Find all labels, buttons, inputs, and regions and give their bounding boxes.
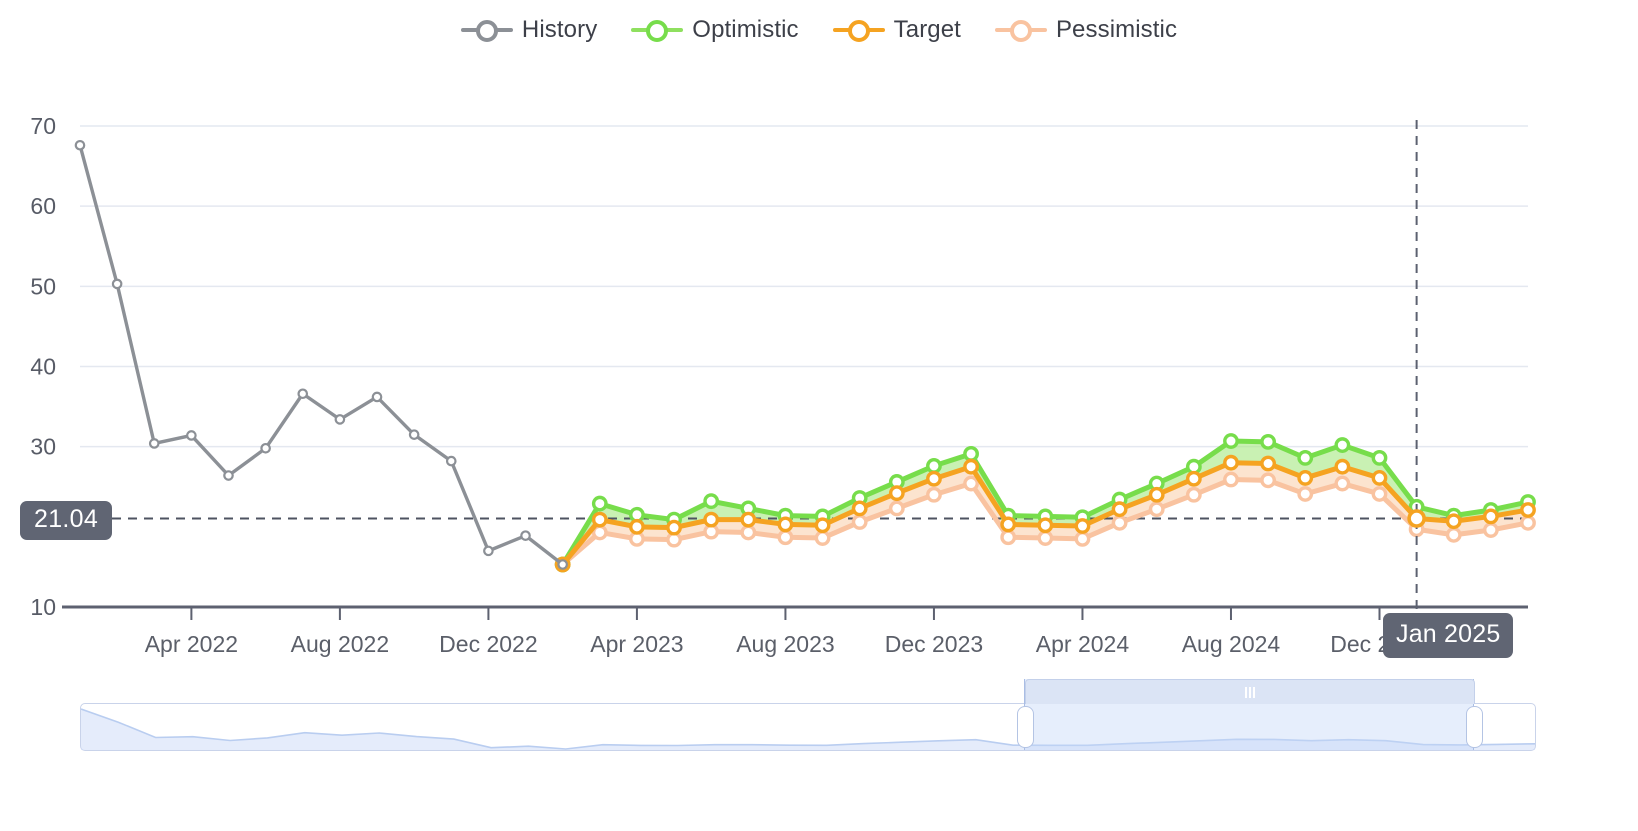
svg-text:Dec 2023: Dec 2023	[885, 631, 983, 657]
x-axis-labels: Apr 2022 Aug 2022 Dec 2022 Apr 2023 Aug 2023…	[145, 607, 1429, 657]
value-badge: 21.04	[20, 501, 113, 540]
svg-text:70: 70	[30, 113, 56, 139]
y-axis-labels: 10 30 40 50 60 70	[30, 113, 56, 620]
date-badge: Jan 2025	[1383, 613, 1514, 658]
grip-icon	[1245, 686, 1255, 698]
svg-text:60: 60	[30, 193, 56, 219]
range-slider-selection[interactable]	[1017, 679, 1483, 750]
range-slider-handle-right[interactable]	[1466, 706, 1483, 748]
range-slider[interactable]	[80, 679, 1536, 751]
plot-canvas: 103040506070 Apr 2022 Aug 2022 Dec 2022 Apr…	[30, 113, 1536, 657]
svg-text:Aug 2023: Aug 2023	[736, 631, 834, 657]
svg-text:10: 10	[30, 594, 56, 620]
svg-text:50: 50	[30, 273, 56, 299]
svg-text:40: 40	[30, 354, 56, 380]
svg-text:Apr 2023: Apr 2023	[590, 631, 683, 657]
range-slider-drag-bar[interactable]	[1025, 679, 1475, 704]
svg-text:30: 30	[30, 434, 56, 460]
svg-text:Aug 2024: Aug 2024	[1182, 631, 1281, 657]
svg-text:Apr 2024: Apr 2024	[1036, 631, 1130, 657]
svg-text:Dec 2022: Dec 2022	[439, 631, 537, 657]
svg-text:Aug 2022: Aug 2022	[291, 631, 389, 657]
svg-text:Apr 2022: Apr 2022	[145, 631, 238, 657]
gridlines	[80, 125, 1528, 448]
crosshair-line	[1407, 120, 1426, 627]
range-slider-handle-left[interactable]	[1017, 706, 1034, 748]
